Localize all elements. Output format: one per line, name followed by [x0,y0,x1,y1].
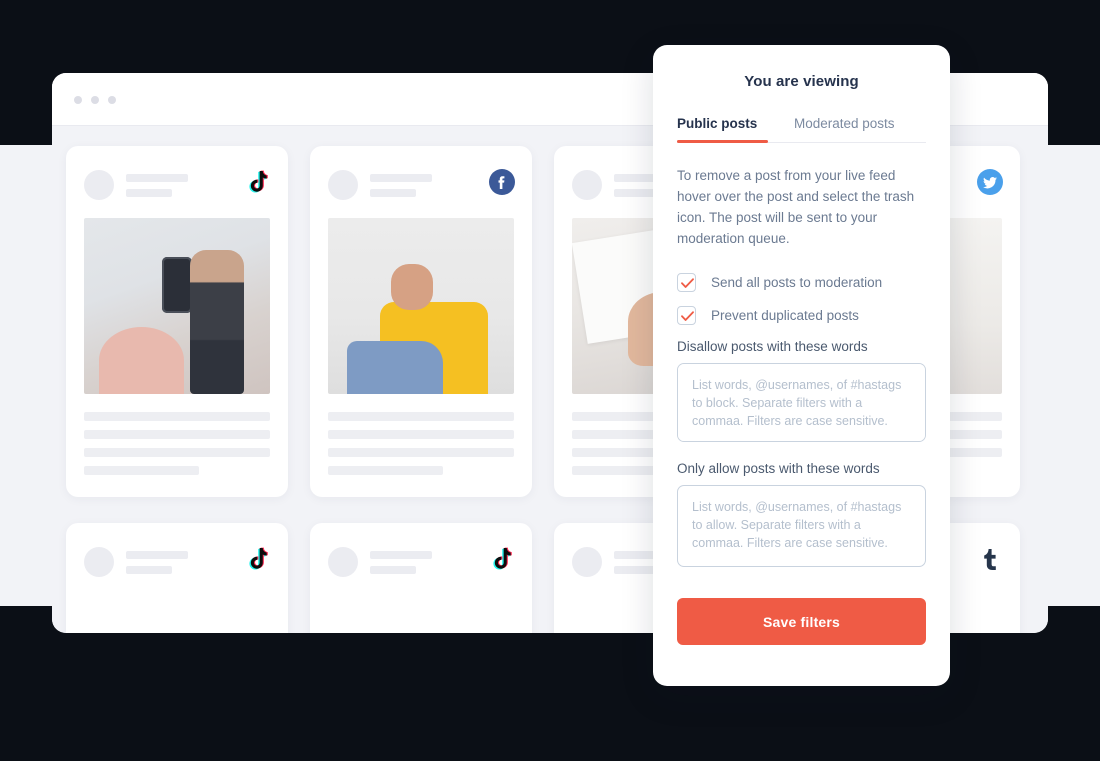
author-handle-skeleton [126,565,172,574]
allow-words-label: Only allow posts with these words [677,461,880,476]
post-card-header [328,543,514,581]
window-dot-close-icon[interactable] [74,96,82,104]
panel-description: To remove a post from your live feed hov… [677,168,915,246]
check-icon [681,311,694,321]
avatar [328,547,358,577]
post-card[interactable] [310,523,532,633]
avatar [84,547,114,577]
author-placeholder-lines [126,173,188,197]
author-placeholder-lines [370,173,432,197]
author-name-skeleton [370,173,432,182]
post-image [84,595,270,633]
checkbox-label: Send all posts to moderation [711,275,883,290]
avatar [572,547,602,577]
post-card-header [84,543,270,581]
tab-moderated-posts[interactable]: Moderated posts [794,116,926,142]
window-dot-minimize-icon[interactable] [91,96,99,104]
window-dot-maximize-icon[interactable] [108,96,116,104]
checkbox-row-send-all-to-moderation[interactable]: Send all posts to moderation [677,273,926,292]
post-image [328,218,514,394]
tiktok-icon [244,545,272,573]
author-placeholder-lines [370,550,432,574]
author-handle-skeleton [370,565,416,574]
post-card-header [328,166,516,204]
facebook-icon [488,168,516,196]
author-name-skeleton [126,550,188,559]
post-image [84,218,270,394]
screen: You are viewing Public posts Moderated p… [0,0,1100,761]
post-card[interactable] [66,523,288,633]
save-filters-button[interactable]: Save filters [677,598,926,645]
author-handle-skeleton [126,188,172,197]
avatar [84,170,114,200]
post-card-header [84,166,270,204]
author-placeholder-lines [126,550,188,574]
disallow-words-label: Disallow posts with these words [677,339,868,354]
author-name-skeleton [126,173,188,182]
tab-public-posts[interactable]: Public posts [677,116,794,143]
tiktok-icon [488,545,516,573]
post-card[interactable] [310,146,532,497]
post-card[interactable] [66,146,288,497]
tumblr-icon [976,545,1004,573]
avatar [328,170,358,200]
checkbox-row-prevent-duplicated-posts[interactable]: Prevent duplicated posts [677,306,926,325]
post-image [328,595,514,633]
avatar [572,170,602,200]
post-text-skeleton [328,412,514,475]
author-name-skeleton [370,550,432,559]
checkbox-send-all-to-moderation[interactable] [677,273,696,292]
post-text-skeleton [84,412,270,475]
tiktok-icon [244,168,272,196]
allow-words-input[interactable] [677,485,926,567]
window-controls [74,96,116,104]
author-handle-skeleton [370,188,416,197]
filter-checkbox-group: Send all posts to moderation Prevent dup… [677,273,926,325]
check-icon [681,278,694,288]
panel-tabs: Public posts Moderated posts [677,116,926,143]
twitter-icon [976,168,1004,196]
moderation-filters-panel: You are viewing Public posts Moderated p… [653,45,950,686]
panel-title: You are viewing [744,73,859,90]
checkbox-label: Prevent duplicated posts [711,308,859,323]
disallow-words-input[interactable] [677,363,926,442]
checkbox-prevent-duplicated-posts[interactable] [677,306,696,325]
